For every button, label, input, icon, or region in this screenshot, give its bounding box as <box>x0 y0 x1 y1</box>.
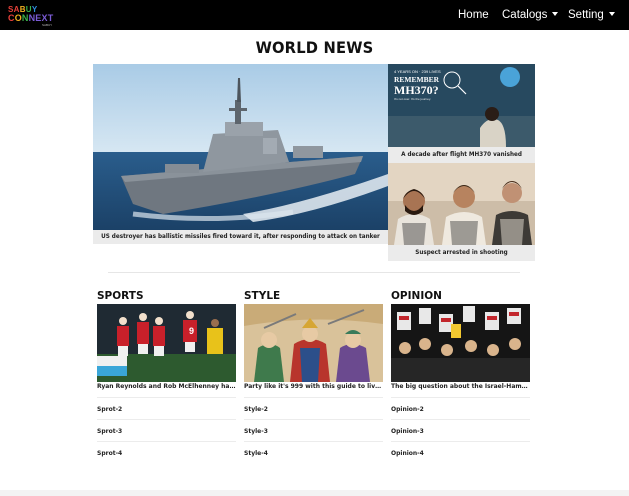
divider <box>391 441 530 442</box>
sports-item[interactable]: Sprot-2 <box>97 406 236 413</box>
divider <box>391 419 530 420</box>
sports-headline[interactable]: Ryan Reynolds and Rob McElhenney hail Wr… <box>97 383 236 390</box>
poster-subtext: It's not over. It's the journey. <box>394 97 431 101</box>
side-image-mh370[interactable]: 4 YEARS ON · 239 LIVES REMEMBER MH370? I… <box>388 64 535 147</box>
poster-headline-2: MH370? <box>394 83 439 97</box>
nav-catalogs-dropdown[interactable]: Catalogs <box>502 9 559 21</box>
section-title-opinion: OPINION <box>391 290 442 302</box>
side-bottom-caption[interactable]: Suspect arrested in shooting <box>388 245 535 261</box>
page-title: WORLD NEWS <box>255 38 374 57</box>
style-headline[interactable]: Party like it's 999 with this guide to l… <box>244 383 383 390</box>
divider <box>97 441 236 442</box>
side-top-caption[interactable]: A decade after flight MH370 vanished <box>388 147 535 163</box>
nav-home-label: Home <box>458 9 489 21</box>
section-title-sports: SPORTS <box>97 290 144 302</box>
divider <box>244 397 383 398</box>
sports-item[interactable]: Sprot-3 <box>97 428 236 435</box>
divider <box>97 419 236 420</box>
top-navbar: SABUY CONNEXT SABUY Home Catalogs Settin… <box>0 0 629 30</box>
brand-logo[interactable]: SABUY CONNEXT SABUY <box>8 5 58 27</box>
page-footer-strip <box>0 490 629 496</box>
poster-small-text: 4 YEARS ON · 239 LIVES <box>394 69 441 74</box>
logo-line-2: CONNEXT <box>8 13 53 23</box>
nav-setting-label: Setting <box>568 9 604 21</box>
svg-text:9: 9 <box>189 326 194 336</box>
opinion-item[interactable]: Opinion-3 <box>391 428 530 435</box>
nav-setting-dropdown[interactable]: Setting <box>568 9 615 21</box>
style-item[interactable]: Style-4 <box>244 450 383 457</box>
divider <box>97 397 236 398</box>
nav-catalogs-label: Catalogs <box>502 9 548 21</box>
hero-caption[interactable]: US destroyer has ballistic missiles fire… <box>93 230 388 244</box>
divider <box>244 441 383 442</box>
sports-item[interactable]: Sprot-4 <box>97 450 236 457</box>
logo-text: N <box>21 13 29 23</box>
caret-down-icon <box>608 12 615 16</box>
logo-text: C <box>8 13 15 23</box>
style-image[interactable] <box>244 304 383 382</box>
logo-text: NEXT <box>28 13 54 23</box>
opinion-item[interactable]: Opinion-4 <box>391 450 530 457</box>
sports-image[interactable]: 9 <box>97 304 236 382</box>
divider <box>244 419 383 420</box>
svg-text:⠀: ⠀ <box>303 164 310 174</box>
opinion-image[interactable] <box>391 304 530 382</box>
opinion-headline[interactable]: The big question about the Israel-Hamas … <box>391 383 530 390</box>
nav-home[interactable]: Home <box>458 9 489 21</box>
divider <box>391 397 530 398</box>
section-title-style: STYLE <box>244 290 281 302</box>
logo-tagline: SABUY <box>42 23 53 27</box>
opinion-item[interactable]: Opinion-2 <box>391 406 530 413</box>
style-item[interactable]: Style-3 <box>244 428 383 435</box>
style-item[interactable]: Style-2 <box>244 406 383 413</box>
caret-down-icon <box>552 12 559 16</box>
logo-text: O <box>14 13 22 23</box>
hero-image-destroyer[interactable]: ⠀ <box>93 64 388 230</box>
section-divider <box>108 272 520 273</box>
side-image-suspects[interactable] <box>388 163 535 245</box>
